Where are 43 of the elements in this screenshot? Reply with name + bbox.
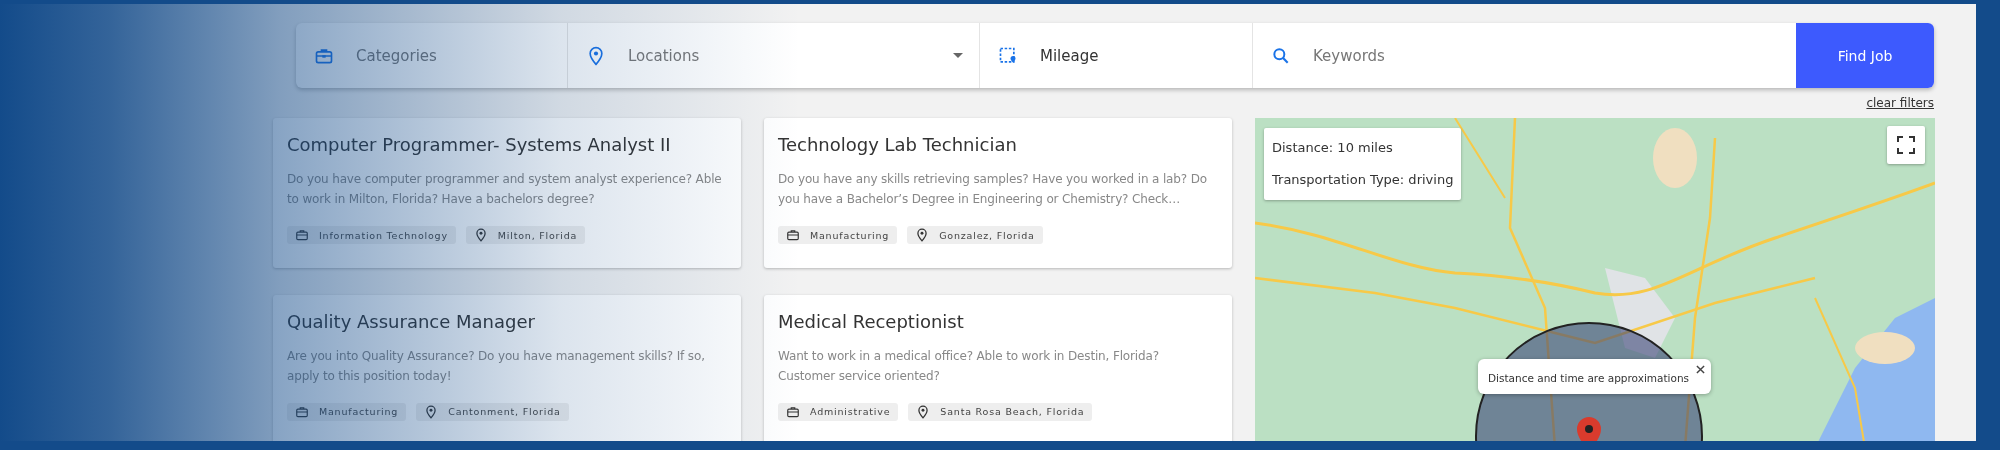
location-pin-icon	[915, 228, 930, 242]
info-text: Distance: 10 miles	[1272, 139, 1394, 157]
category-label: Administrative	[810, 406, 891, 417]
briefcase-icon	[295, 404, 309, 419]
job-card[interactable]: Computer Programmer- Systems Analyst II Do you have computer programmer and system analyst experience? Able to work in Milton, Florida? Have a bachelors degree? Information Technology Milton, Florida	[273, 118, 741, 268]
job-description: Do you have any skills retrieving samples? Have you worked in a lab? Do you have a Bachelor’s Degree in Engineering or Chemistry? Check…	[778, 171, 1208, 208]
category-label: Information Technology	[319, 229, 448, 241]
find-job-button[interactable]: Find Job	[1796, 23, 1934, 88]
location-pin-icon	[916, 404, 931, 419]
location-label: Cantonment, Florida	[448, 406, 561, 417]
job-description: Are you into Quality Assurance? Do you have management skills? If so, apply to this position today!	[287, 347, 706, 385]
location-pin-icon	[473, 228, 488, 242]
location-label: Milton, Florida	[497, 229, 578, 241]
job-title: Medical Receptionist	[778, 310, 965, 332]
location-label: Santa Rosa Beach, Florida	[940, 406, 1085, 417]
info-text: Transportation Type: driving	[1272, 171, 1454, 189]
job-title: Computer Programmer- Systems Analyst II	[287, 134, 672, 155]
location-pin-icon	[424, 404, 439, 419]
job-card[interactable]: Quality Assurance Manager Are you into Quality Assurance? Do you have management skills? If so, apply to this position today! Manufacturing Cantonment, Florida	[273, 294, 741, 441]
search-field[interactable]: Locations	[626, 45, 933, 66]
job-description: Do you have computer programmer and system analyst experience? Able to work in Milton, Florida? Have a bachelors degree?	[287, 171, 723, 208]
location-pin-icon	[586, 45, 606, 66]
briefcase-icon	[786, 404, 800, 419]
job-description: Want to work in a medical office? Able to work in Destin, Florida? Customer service oriented?	[778, 347, 1160, 385]
search-icon	[1271, 45, 1291, 66]
popup-text: Distance and time are approximations	[1488, 372, 1690, 384]
search-field[interactable]: Keywords	[1311, 45, 1780, 66]
category-label: Manufacturing	[319, 406, 399, 417]
fullscreen-button[interactable]	[1887, 126, 1925, 164]
job-card[interactable]: Medical Receptionist Want to work in a medical office? Able to work in Destin, Florida? Customer service oriented? Administrative Santa Rosa Beach, Florida	[764, 294, 1232, 441]
close-icon[interactable]	[1696, 365, 1706, 374]
job-title: Quality Assurance Manager	[287, 310, 536, 332]
job-card[interactable]: Technology Lab Technician Do you have any skills retrieving samples? Have you worked in a lab? Do you have a Bachelor’s Degree in Engineering or Chemistry? Check… Manufacturing Gonzalez, Florida	[764, 118, 1232, 268]
mileage-field[interactable]: Mileage	[1038, 45, 1236, 66]
search-field[interactable]: Categories	[354, 45, 551, 66]
category-label: Manufacturing	[810, 229, 890, 241]
briefcase-icon	[295, 228, 309, 242]
job-title: Technology Lab Technician	[778, 134, 1018, 155]
area-pin-icon	[998, 45, 1018, 66]
briefcase-icon	[786, 228, 800, 242]
location-label: Gonzalez, Florida	[939, 229, 1035, 241]
clear-filters-link[interactable]: clear filters	[1866, 96, 1934, 110]
fullscreen-icon	[1897, 136, 1915, 154]
